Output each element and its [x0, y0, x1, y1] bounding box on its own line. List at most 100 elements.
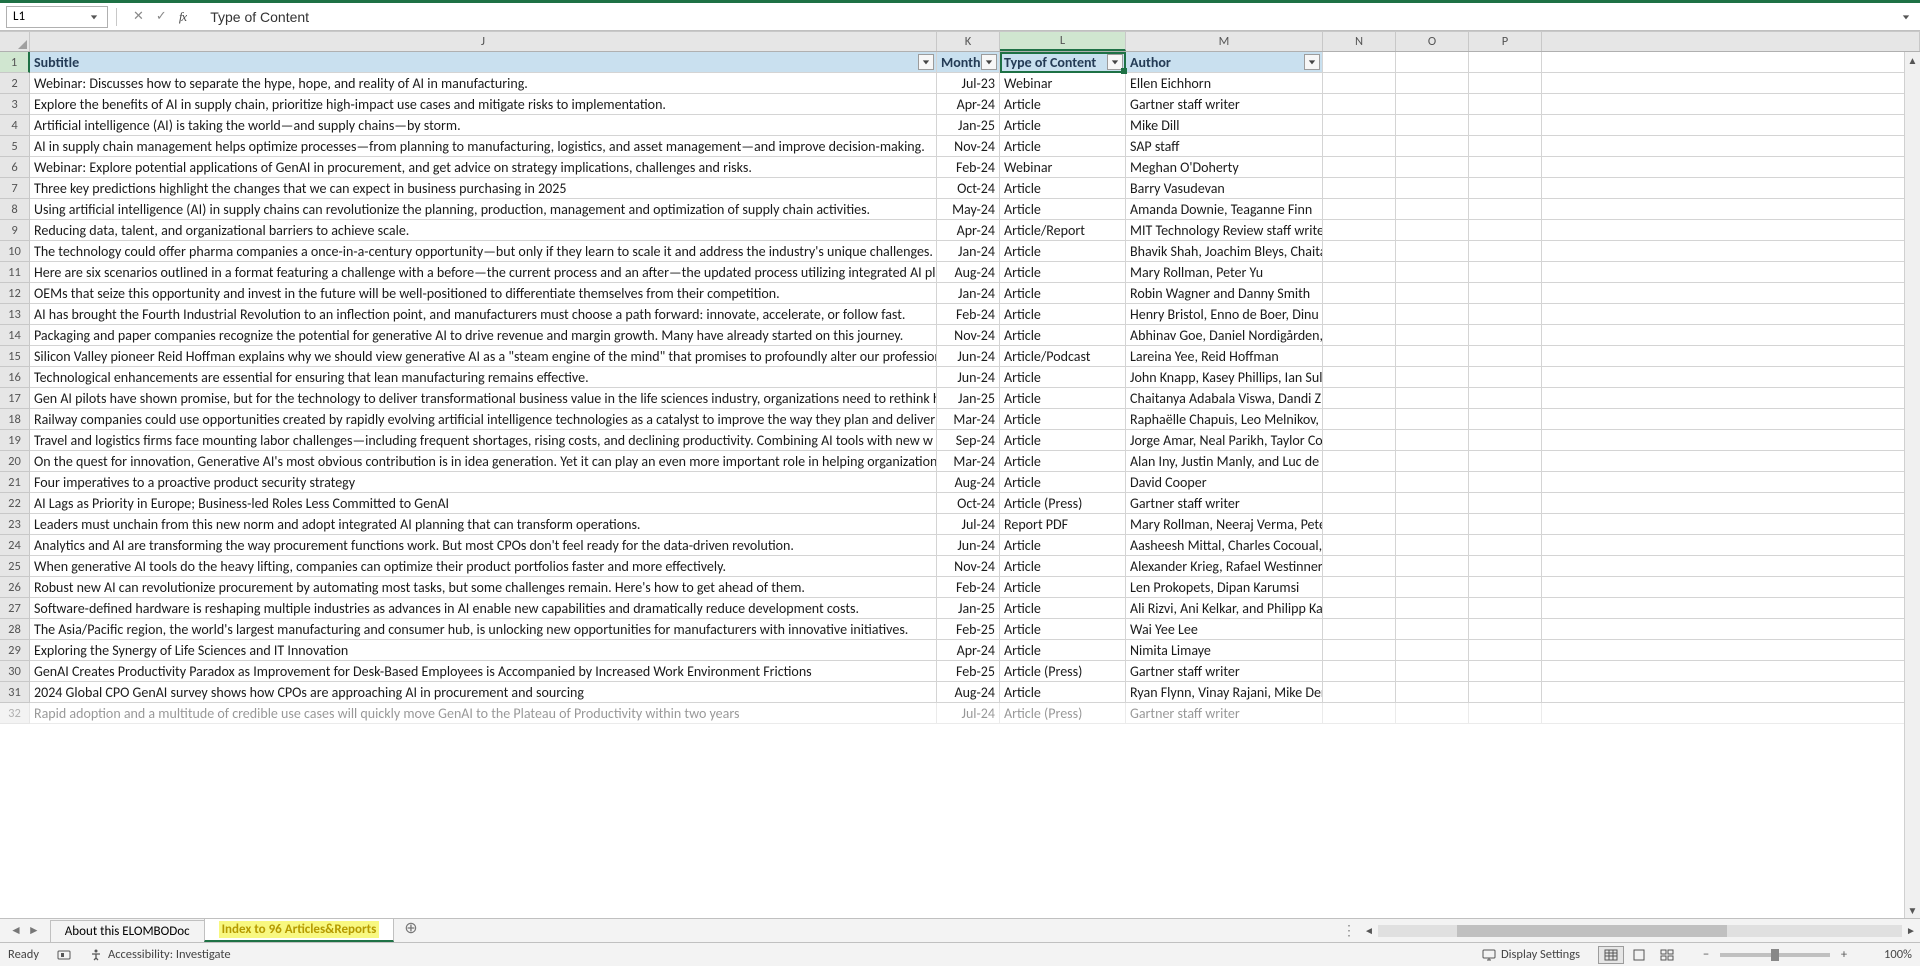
cell-blank[interactable] [1323, 136, 1396, 157]
row-header[interactable]: 17 [0, 388, 30, 409]
cell-month[interactable]: Feb-24 [937, 304, 1000, 325]
filter-button-K[interactable] [981, 54, 997, 70]
cell-author[interactable]: Ryan Flynn, Vinay Rajani, Mike Deng, Ayu… [1126, 682, 1323, 703]
cell-blank[interactable] [1323, 661, 1396, 682]
cell-month[interactable]: Jan-24 [937, 241, 1000, 262]
cell-blank[interactable] [1323, 451, 1396, 472]
cell-blank[interactable] [1396, 409, 1469, 430]
cell-subtitle[interactable]: 2024 Global CPO GenAI survey shows how C… [30, 682, 937, 703]
cell-blank[interactable] [1396, 682, 1469, 703]
cell-blank[interactable] [1396, 388, 1469, 409]
cell-type[interactable]: Article [1000, 178, 1126, 199]
cell-blank[interactable] [1542, 598, 1920, 619]
name-box[interactable]: L1 [6, 6, 108, 28]
cell-subtitle[interactable]: Webinar: Discusses how to separate the h… [30, 73, 937, 94]
cell-blank[interactable] [1323, 598, 1396, 619]
cell-blank[interactable] [1396, 304, 1469, 325]
cell-month[interactable]: Apr-24 [937, 640, 1000, 661]
fx-icon[interactable]: fx [179, 9, 186, 25]
cell-type[interactable]: Article [1000, 94, 1126, 115]
cell-blank[interactable] [1396, 430, 1469, 451]
cell-blank[interactable] [1542, 157, 1920, 178]
zoom-track[interactable] [1720, 953, 1830, 957]
cell-blank[interactable] [1323, 388, 1396, 409]
cell-blank[interactable] [1542, 409, 1920, 430]
cell-subtitle[interactable]: OEMs that seize this opportunity and inv… [30, 283, 937, 304]
cell-blank[interactable] [1396, 640, 1469, 661]
cell-type[interactable]: Article [1000, 535, 1126, 556]
cell-blank[interactable] [1323, 52, 1396, 73]
row-header[interactable]: 15 [0, 346, 30, 367]
cell-blank[interactable] [1469, 493, 1542, 514]
cell-blank[interactable] [1323, 472, 1396, 493]
cell-blank[interactable] [1323, 493, 1396, 514]
row-header[interactable]: 29 [0, 640, 30, 661]
cell-blank[interactable] [1469, 325, 1542, 346]
cell-blank[interactable] [1396, 598, 1469, 619]
cell-type[interactable]: Article [1000, 598, 1126, 619]
cell-blank[interactable] [1323, 199, 1396, 220]
cell-type[interactable]: Article [1000, 409, 1126, 430]
cell-month[interactable]: Jun-24 [937, 346, 1000, 367]
cell-subtitle[interactable]: Robust new AI can revolutionize procurem… [30, 577, 937, 598]
accept-icon[interactable]: ✓ [156, 9, 167, 24]
cell-type[interactable]: Article [1000, 640, 1126, 661]
cell-blank[interactable] [1469, 388, 1542, 409]
col-header-M[interactable]: M [1126, 31, 1323, 51]
cell-blank[interactable] [1323, 157, 1396, 178]
cell-blank[interactable] [1323, 430, 1396, 451]
cell-blank[interactable] [1542, 493, 1920, 514]
cell-blank[interactable] [1542, 220, 1920, 241]
cell-month[interactable]: Nov-24 [937, 325, 1000, 346]
cell-type[interactable]: Article (Press) [1000, 703, 1126, 724]
cell-blank[interactable] [1542, 682, 1920, 703]
cell-type[interactable]: Article [1000, 451, 1126, 472]
cell-blank[interactable] [1323, 94, 1396, 115]
cell-blank[interactable] [1323, 514, 1396, 535]
cell-blank[interactable] [1396, 661, 1469, 682]
cell-blank[interactable] [1469, 703, 1542, 724]
row-header[interactable]: 13 [0, 304, 30, 325]
cell-blank[interactable] [1396, 157, 1469, 178]
col-header-P[interactable]: P [1469, 31, 1542, 51]
cell-type[interactable]: Article/Podcast [1000, 346, 1126, 367]
cell-blank[interactable] [1469, 178, 1542, 199]
header-author[interactable]: Author [1126, 52, 1323, 73]
cell-blank[interactable] [1323, 73, 1396, 94]
cell-author[interactable]: Ali Rizvi, Ani Kelkar, and Philipp Kamps… [1126, 598, 1323, 619]
cell-blank[interactable] [1542, 472, 1920, 493]
cell-blank[interactable] [1469, 535, 1542, 556]
cell-blank[interactable] [1323, 346, 1396, 367]
cell-author[interactable]: Alexander Krieg, Rafael Westinner, Domin… [1126, 556, 1323, 577]
cell-type[interactable]: Article [1000, 619, 1126, 640]
cell-blank[interactable] [1323, 283, 1396, 304]
header-subtitle[interactable]: Subtitle [30, 52, 937, 73]
cell-author[interactable]: Aasheesh Mittal, Charles Cocoual, Mauro … [1126, 535, 1323, 556]
row-header[interactable]: 26 [0, 577, 30, 598]
cell-blank[interactable] [1469, 136, 1542, 157]
cell-subtitle[interactable]: Exploring the Synergy of Life Sciences a… [30, 640, 937, 661]
row-header[interactable]: 22 [0, 493, 30, 514]
cell-blank[interactable] [1542, 94, 1920, 115]
cell-subtitle[interactable]: Explore the benefits of AI in supply cha… [30, 94, 937, 115]
cell-blank[interactable] [1542, 283, 1920, 304]
row-header[interactable]: 8 [0, 199, 30, 220]
cell-blank[interactable] [1323, 304, 1396, 325]
cell-blank[interactable] [1396, 451, 1469, 472]
expand-formula-bar[interactable] [1898, 13, 1914, 21]
cell-blank[interactable] [1542, 640, 1920, 661]
cell-blank[interactable] [1396, 73, 1469, 94]
cell-month[interactable]: Feb-24 [937, 577, 1000, 598]
cell-blank[interactable] [1396, 493, 1469, 514]
hscroll-right-icon[interactable]: ► [1902, 919, 1920, 942]
cell-type[interactable]: Article [1000, 262, 1126, 283]
cell-month[interactable]: Jun-24 [937, 535, 1000, 556]
cell-month[interactable]: Mar-24 [937, 409, 1000, 430]
cell-blank[interactable] [1469, 682, 1542, 703]
cell-blank[interactable] [1469, 220, 1542, 241]
cell-month[interactable]: Jan-25 [937, 388, 1000, 409]
cell-type[interactable]: Article [1000, 577, 1126, 598]
cell-blank[interactable] [1469, 115, 1542, 136]
cell-subtitle[interactable]: The Asia/Pacific region, the world's lar… [30, 619, 937, 640]
cell-blank[interactable] [1542, 661, 1920, 682]
